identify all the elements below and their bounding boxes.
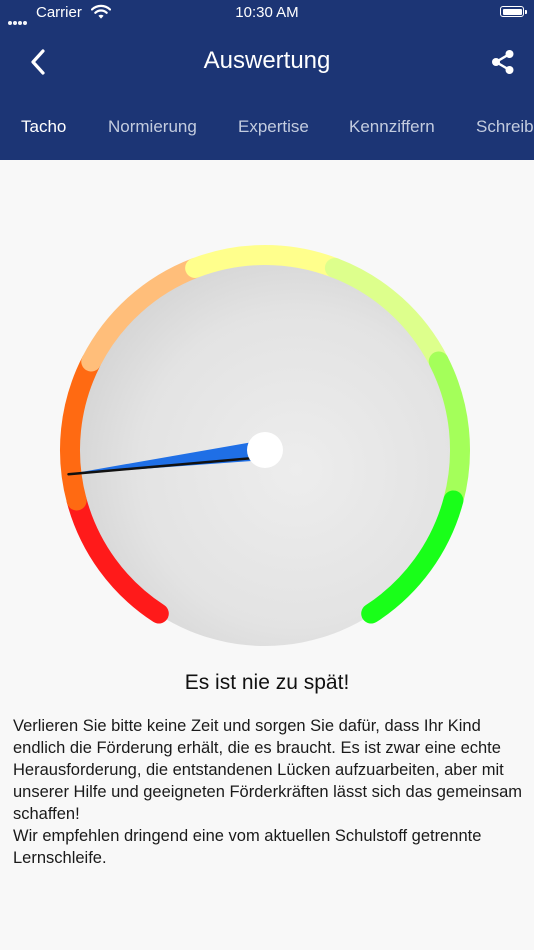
share-button[interactable] — [486, 45, 520, 79]
battery-icon — [500, 6, 527, 17]
tab-expertise[interactable]: Expertise — [238, 117, 309, 137]
tachometer-gauge — [60, 245, 470, 646]
result-paragraph: Verlieren Sie bitte keine Zeit und sorge… — [13, 717, 523, 823]
tab-schreib[interactable]: Schreib — [476, 117, 534, 137]
navigation-bar: Auswertung — [0, 34, 534, 90]
status-time: 10:30 AM — [235, 4, 299, 21]
status-bar: Carrier 10:30 AM — [0, 0, 534, 26]
app-header: Carrier 10:30 AM Auswertung Tacho Normie… — [0, 0, 534, 160]
gauge-hub — [247, 432, 283, 468]
tab-bar: Tacho Normierung Expertise Kennziffern S… — [0, 96, 534, 160]
result-paragraph: Wir empfehlen dringend eine vom aktuelle… — [13, 827, 482, 867]
result-description: Verlieren Sie bitte keine Zeit und sorge… — [13, 715, 525, 869]
tab-normierung[interactable]: Normierung — [108, 117, 197, 137]
result-headline: Es ist nie zu spät! — [184, 671, 350, 694]
page-title: Auswertung — [203, 47, 331, 74]
share-icon — [492, 50, 514, 74]
tab-kennziffern[interactable]: Kennziffern — [349, 117, 435, 137]
tab-tacho[interactable]: Tacho — [21, 117, 66, 137]
